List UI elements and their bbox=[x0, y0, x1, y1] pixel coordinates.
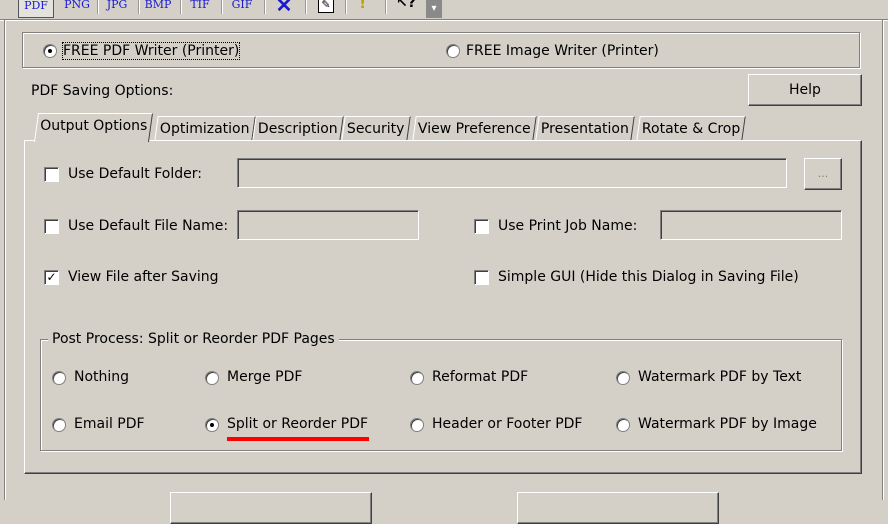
format-gif-button[interactable]: GIF bbox=[225, 0, 259, 16]
use-default-folder-checkbox[interactable] bbox=[44, 167, 59, 182]
separator bbox=[221, 0, 223, 14]
reformat-pdf-label[interactable]: Reformat PDF bbox=[432, 369, 528, 385]
image-writer-radio[interactable] bbox=[446, 44, 460, 58]
split-reorder-pdf-label[interactable]: Split or Reorder PDF bbox=[227, 416, 368, 432]
use-default-folder-label: Use Default Folder: bbox=[68, 166, 202, 182]
window-right-border bbox=[882, 20, 884, 500]
email-pdf-radio[interactable] bbox=[52, 418, 66, 432]
header-footer-pdf-label[interactable]: Header or Footer PDF bbox=[432, 416, 582, 432]
print-job-name-input[interactable] bbox=[660, 210, 842, 240]
nothing-radio[interactable] bbox=[52, 371, 66, 385]
tab-view-preference[interactable]: View Preference bbox=[412, 116, 537, 141]
header-footer-pdf-radio[interactable] bbox=[410, 418, 424, 432]
format-pdf-button[interactable]: PDF bbox=[18, 0, 54, 18]
nothing-label[interactable]: Nothing bbox=[74, 369, 129, 385]
watermark-text-radio[interactable] bbox=[616, 371, 630, 385]
highlight-underline bbox=[227, 437, 369, 441]
use-print-job-name-checkbox[interactable] bbox=[474, 219, 489, 234]
reformat-pdf-radio[interactable] bbox=[410, 371, 424, 385]
tab-security[interactable]: Security bbox=[341, 116, 411, 141]
window-left-border bbox=[4, 20, 6, 500]
tab-description[interactable]: Description bbox=[252, 116, 344, 141]
post-process-group bbox=[40, 339, 842, 451]
format-png-button[interactable]: PNG bbox=[60, 0, 94, 16]
edit-icon[interactable]: ✎ bbox=[318, 0, 334, 13]
help-button[interactable]: Help bbox=[748, 74, 862, 106]
split-reorder-pdf-radio[interactable] bbox=[205, 418, 219, 432]
bottom-button-right[interactable] bbox=[517, 492, 719, 524]
use-print-job-name-label: Use Print Job Name: bbox=[498, 218, 638, 234]
whats-this-icon[interactable]: ↖? bbox=[396, 0, 416, 11]
format-tif-button[interactable]: TIF bbox=[183, 0, 217, 16]
separator bbox=[264, 0, 266, 14]
watermark-image-radio[interactable] bbox=[616, 418, 630, 432]
pdf-writer-radio[interactable] bbox=[43, 44, 57, 58]
browse-folder-button[interactable]: ... bbox=[804, 158, 842, 190]
use-default-file-name-label: Use Default File Name: bbox=[68, 218, 229, 234]
image-writer-label[interactable]: FREE Image Writer (Printer) bbox=[466, 43, 659, 59]
tools-icon[interactable]: ✕ bbox=[270, 0, 298, 16]
format-jpg-button[interactable]: JPG bbox=[100, 0, 134, 16]
default-folder-input[interactable] bbox=[237, 158, 787, 188]
separator bbox=[345, 0, 347, 14]
separator bbox=[385, 0, 387, 14]
tab-optimization[interactable]: Optimization bbox=[154, 116, 256, 141]
merge-pdf-radio[interactable] bbox=[205, 371, 219, 385]
separator bbox=[97, 0, 99, 14]
toolbar-bottom-line bbox=[0, 19, 888, 21]
pdf-writer-label[interactable]: FREE PDF Writer (Printer) bbox=[61, 42, 241, 60]
separator bbox=[180, 0, 182, 14]
separator bbox=[305, 0, 307, 14]
bottom-button-left[interactable] bbox=[170, 492, 372, 524]
merge-pdf-label[interactable]: Merge PDF bbox=[227, 369, 302, 385]
watermark-image-label[interactable]: Watermark PDF by Image bbox=[638, 416, 817, 432]
pdf-saving-options-label: PDF Saving Options: bbox=[31, 83, 174, 99]
toolbar-overflow-button[interactable]: ▾ bbox=[426, 0, 442, 18]
view-file-after-saving-label: View File after Saving bbox=[68, 269, 219, 285]
info-icon[interactable]: ǃ bbox=[360, 0, 365, 12]
tab-presentation[interactable]: Presentation bbox=[535, 116, 635, 141]
tab-output-options[interactable]: Output Options bbox=[33, 113, 154, 142]
tab-rotate-crop[interactable]: Rotate & Crop bbox=[636, 116, 747, 141]
email-pdf-label[interactable]: Email PDF bbox=[74, 416, 145, 432]
default-file-name-input[interactable] bbox=[237, 210, 419, 240]
use-default-file-name-checkbox[interactable] bbox=[44, 219, 59, 234]
simple-gui-label: Simple GUI (Hide this Dialog in Saving F… bbox=[498, 269, 799, 285]
post-process-title: Post Process: Split or Reorder PDF Pages bbox=[48, 331, 339, 347]
format-bmp-button[interactable]: BMP bbox=[141, 0, 175, 16]
simple-gui-checkbox[interactable] bbox=[474, 270, 489, 285]
view-file-after-saving-checkbox[interactable]: ✓ bbox=[44, 270, 59, 285]
watermark-text-label[interactable]: Watermark PDF by Text bbox=[638, 369, 801, 385]
separator bbox=[138, 0, 140, 14]
